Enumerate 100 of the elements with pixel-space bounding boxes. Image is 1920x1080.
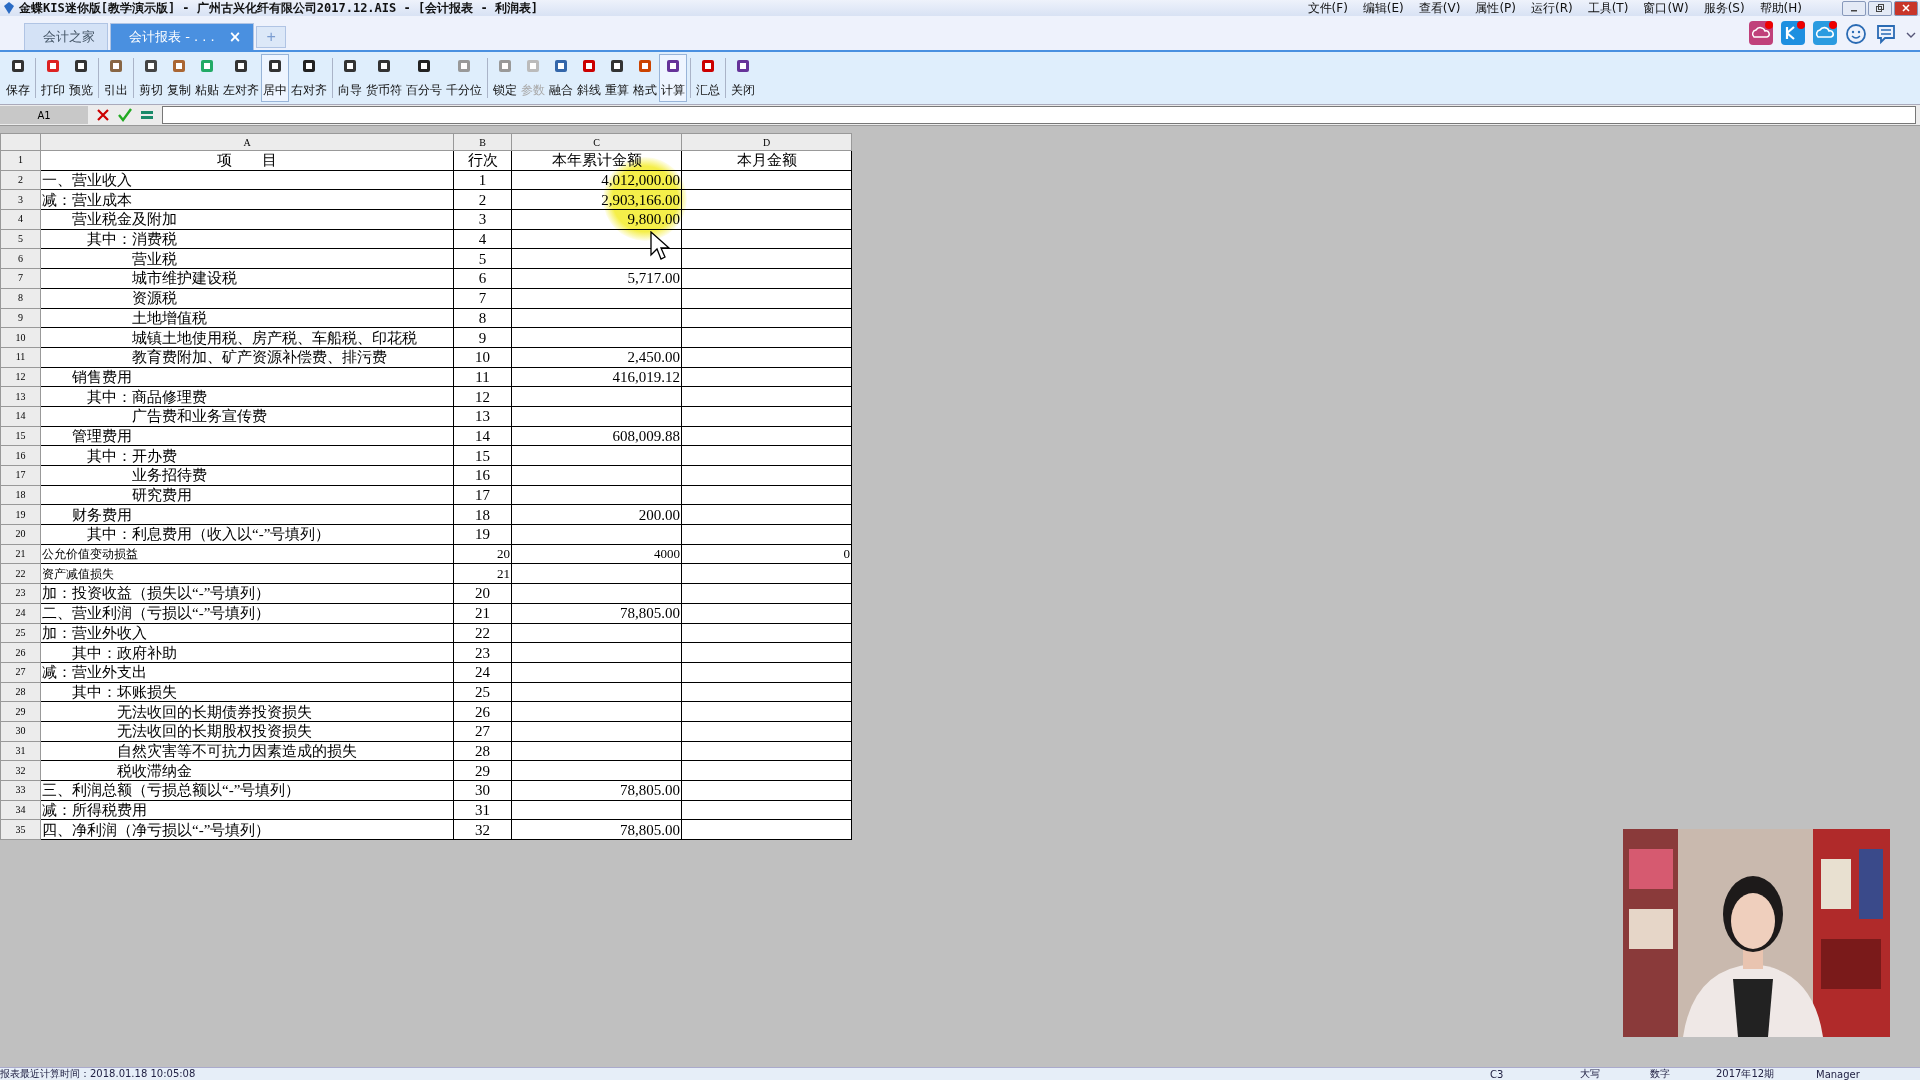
toolbar-button[interactable]: 百分号 (404, 54, 444, 102)
confirm-icon[interactable] (116, 106, 134, 124)
row-header[interactable]: 18 (0, 485, 41, 505)
tab-label: 会计报表 - . . . (129, 28, 215, 46)
menu-item[interactable]: 工具(T) (1587, 0, 1629, 17)
row-header[interactable]: 19 (0, 504, 41, 525)
menu-item[interactable]: 运行(R) (1531, 0, 1573, 17)
row-header[interactable]: 15 (0, 426, 41, 446)
column-header[interactable]: B (453, 133, 512, 151)
row-header[interactable]: 17 (0, 465, 41, 486)
formula-input[interactable] (162, 106, 1916, 124)
row-header[interactable]: 25 (0, 623, 41, 643)
table-cell: 24 (475, 664, 490, 681)
toolbar-button[interactable]: 重算 (603, 54, 631, 102)
toolbar-button[interactable]: 左对齐 (221, 54, 261, 102)
row-header[interactable]: 10 (0, 327, 41, 348)
toolbar-button[interactable]: 剪切 (137, 54, 165, 102)
toolbar-button[interactable]: 居中 (261, 54, 289, 102)
row-header[interactable]: 27 (0, 662, 41, 683)
row-header[interactable]: 5 (0, 229, 41, 249)
table-cell: 30 (475, 782, 490, 799)
toolbar-button[interactable]: 保存 (4, 54, 32, 102)
menu-item[interactable]: 文件(F) (1307, 0, 1348, 17)
toolbar-button[interactable]: 计算 (659, 54, 687, 102)
tab[interactable]: 会计之家 (24, 23, 108, 50)
k-app-icon[interactable] (1781, 21, 1805, 45)
toolbar-button[interactable]: 关闭 (729, 54, 757, 102)
row-header[interactable]: 8 (0, 288, 41, 308)
toolbar-button[interactable]: 向导 (336, 54, 364, 102)
table-cell: 25 (475, 683, 490, 700)
row-header[interactable]: 26 (0, 642, 41, 663)
row-header[interactable]: 23 (0, 583, 41, 604)
table-cell-text: 其中：利息费用（收入以“-”号填列） (86, 526, 331, 543)
message-icon[interactable] (1875, 23, 1897, 45)
tool-icon (267, 58, 283, 74)
row-header[interactable]: 35 (0, 819, 41, 840)
toolbar-button[interactable]: 粘贴 (193, 54, 221, 102)
row-header[interactable]: 32 (0, 760, 41, 781)
toolbar-button[interactable]: 货币符 (364, 54, 404, 102)
row-header[interactable]: 21 (0, 544, 41, 564)
column-header[interactable]: C (511, 133, 682, 151)
table-cell-text: 营业税 (131, 250, 177, 267)
menu-item[interactable]: 查看(V) (1418, 0, 1461, 17)
row-header[interactable]: 33 (0, 780, 41, 801)
row-header[interactable]: 16 (0, 445, 41, 466)
toolbar-button[interactable]: 锁定 (491, 54, 519, 102)
table-cell: 26 (475, 703, 490, 720)
toolbar-button[interactable]: 右对齐 (289, 54, 329, 102)
table-cell: 6 (478, 270, 487, 287)
smiley-icon[interactable] (1845, 23, 1867, 45)
menu-item[interactable]: 属性(P) (1475, 0, 1516, 17)
row-header[interactable]: 2 (0, 170, 41, 190)
column-header[interactable]: A (40, 133, 454, 151)
row-header[interactable]: 31 (0, 741, 41, 761)
table-cell: 78,805.00 (620, 821, 680, 838)
row-header[interactable]: 12 (0, 367, 41, 387)
toolbar-button[interactable]: 预览 (67, 54, 95, 102)
close-icon (1902, 4, 1910, 12)
restore-button[interactable] (1868, 0, 1892, 16)
table-cell: 20 (475, 585, 490, 602)
row-header[interactable]: 34 (0, 800, 41, 820)
table-cell: 32 (475, 821, 490, 838)
row-header[interactable]: 20 (0, 524, 41, 545)
menu-item[interactable]: 帮助(H) (1759, 0, 1802, 17)
cloud-app-icon[interactable] (1749, 21, 1773, 45)
menu-item[interactable]: 窗口(W) (1643, 0, 1689, 17)
row-header[interactable]: 24 (0, 603, 41, 623)
row-header[interactable]: 3 (0, 189, 41, 210)
row-header[interactable]: 28 (0, 682, 41, 702)
row-header[interactable]: 6 (0, 248, 41, 269)
menu-item[interactable]: 服务(S) (1703, 0, 1745, 17)
table-cell: 公允价值变动损益 (42, 547, 138, 562)
table-cell-text: 其中：政府补助 (71, 644, 177, 661)
column-header[interactable]: D (681, 133, 852, 151)
toolbar-button[interactable]: 打印 (39, 54, 67, 102)
row-header[interactable]: 4 (0, 209, 41, 230)
tool-icon (497, 58, 513, 74)
toolbar-button[interactable]: 复制 (165, 54, 193, 102)
row-header[interactable]: 29 (0, 701, 41, 722)
table-cell: 22 (475, 624, 490, 641)
toolbar-button[interactable]: 斜线 (575, 54, 603, 102)
row-header[interactable]: 9 (0, 308, 41, 328)
row-header[interactable]: 7 (0, 268, 41, 289)
cell-reference[interactable]: A1 (0, 106, 88, 124)
menu-item[interactable]: 编辑(E) (1362, 0, 1404, 17)
row-header[interactable]: 11 (0, 347, 41, 368)
toolbar-button[interactable]: 千分位 (444, 54, 484, 102)
toolbar-button[interactable]: 引出 (102, 54, 130, 102)
row-header[interactable]: 13 (0, 386, 41, 407)
row-header[interactable]: 14 (0, 406, 41, 427)
row-header[interactable]: 30 (0, 721, 41, 742)
row-header[interactable]: 22 (0, 563, 41, 584)
close-button[interactable] (1894, 0, 1918, 16)
toolbar-button[interactable]: 汇总 (694, 54, 722, 102)
toolbar-button[interactable]: 格式 (631, 54, 659, 102)
table-cell-text: 广告费和业务宣传费 (131, 408, 267, 425)
row-header[interactable]: 1 (0, 150, 41, 171)
cloud-icon[interactable] (1813, 21, 1837, 45)
tool-icon (376, 58, 392, 74)
toolbar-button[interactable]: 融合 (547, 54, 575, 102)
